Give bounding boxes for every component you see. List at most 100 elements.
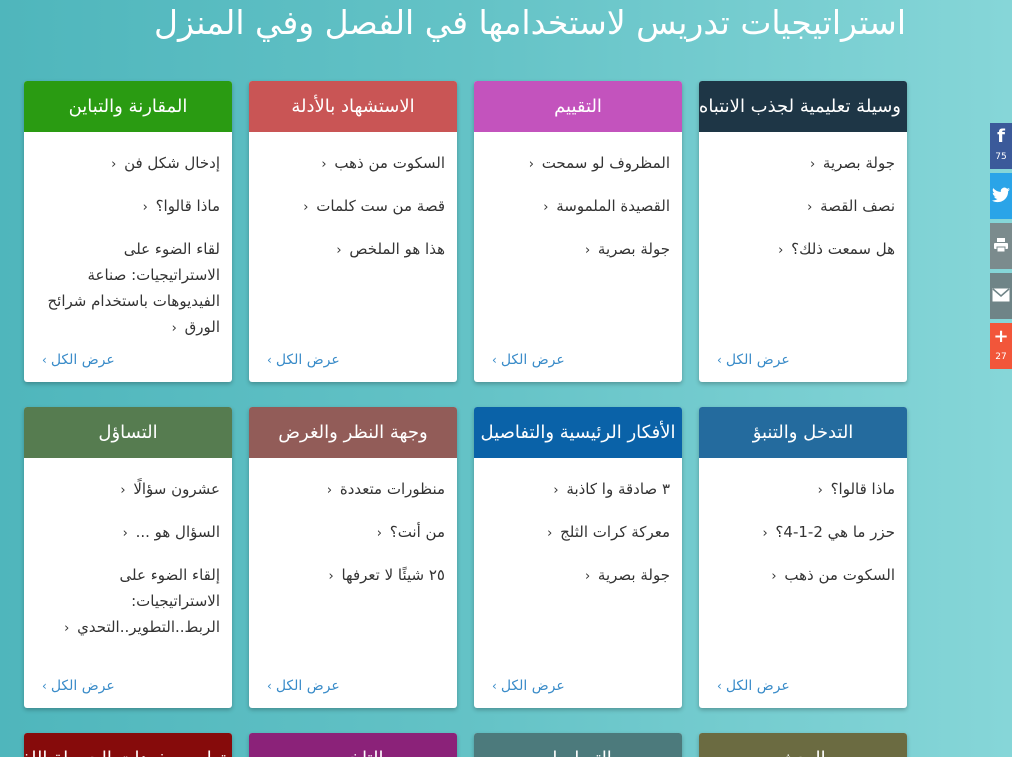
email-share-button[interactable] xyxy=(990,273,1012,319)
strategy-link-label: من أنت؟ xyxy=(389,523,445,541)
strategy-link[interactable]: جولة بصرية ‹ xyxy=(711,150,895,178)
card-title[interactable]: التقييم xyxy=(474,81,682,132)
strategy-link[interactable]: السكوت من ذهب ‹ xyxy=(711,562,895,590)
strategy-card: وسيلة تعليمية لجذب الانتباه جولة بصرية ‹… xyxy=(699,81,907,382)
strategy-card: التساؤل عشرون سؤالًا ‹ السؤال هو ... ‹ إ… xyxy=(24,407,232,708)
card-title[interactable]: التدخل والتنبؤ xyxy=(699,407,907,458)
chevron-left-icon: ‹ xyxy=(336,243,342,258)
card-title[interactable]: وجهة النظر والغرض xyxy=(249,407,457,458)
strategy-link[interactable]: من أنت؟ ‹ xyxy=(261,519,445,547)
more-share-button[interactable]: + 27 xyxy=(990,323,1012,369)
strategy-card: البحث xyxy=(699,733,907,757)
share-sidebar: f 75 + 27 xyxy=(990,123,1012,373)
chevron-left-icon: ‹ xyxy=(376,526,382,541)
chevron-left-icon: ‹ xyxy=(817,483,823,498)
strategy-link[interactable]: حزر ما هي 2-1-4؟ ‹ xyxy=(711,519,895,547)
strategy-link[interactable]: ٣ صادقة وا كاذبة ‹ xyxy=(486,476,670,504)
strategy-link[interactable]: إلقاء الضوء على الاستراتيجيات: الربط..ال… xyxy=(36,562,220,642)
chevron-left-icon: ‹ xyxy=(528,157,534,172)
twitter-icon xyxy=(990,173,1012,212)
strategy-link-label: نصف القصة xyxy=(820,197,895,215)
card-title[interactable]: التساؤل xyxy=(24,407,232,458)
chevron-left-icon: ‹ xyxy=(584,243,591,258)
strategy-card: الاستشهاد بالأدلة السكوت من ذهب ‹ قصة من… xyxy=(249,81,457,382)
strategy-link[interactable]: هل سمعت ذلك؟ ‹ xyxy=(711,236,895,264)
view-all-link[interactable]: ‹ عرض الكل xyxy=(24,352,232,368)
card-title[interactable]: التلخيص xyxy=(249,733,457,757)
strategy-link[interactable]: القصيدة الملموسة ‹ xyxy=(486,193,670,221)
strategy-card: التقييم المظروف لو سمحت ‹ القصيدة الملمو… xyxy=(474,81,682,382)
view-all-label: عرض الكل xyxy=(50,678,115,694)
strategy-link-label: جولة بصرية xyxy=(822,154,895,172)
strategy-link[interactable]: ماذا قالوا؟ ‹ xyxy=(711,476,895,504)
strategy-link[interactable]: معركة كرات الثلج ‹ xyxy=(486,519,670,547)
view-all-label: عرض الكل xyxy=(725,352,790,368)
strategy-link[interactable]: نصف القصة ‹ xyxy=(711,193,895,221)
strategy-card: المقارنة والتباين إدخال شكل فن ‹ ماذا قا… xyxy=(24,81,232,382)
view-all-link[interactable]: ‹ عرض الكل xyxy=(249,352,457,368)
strategy-link[interactable]: هذا هو الملخص ‹ xyxy=(261,236,445,264)
strategy-link-label: منظورات متعددة xyxy=(339,480,445,498)
strategy-link[interactable]: ٢٥ شيئًا لا تعرفها ‹ xyxy=(261,562,445,590)
print-icon xyxy=(990,223,1012,262)
print-button[interactable] xyxy=(990,223,1012,269)
strategy-link-label: إلقاء الضوء على الاستراتيجيات: الربط..ال… xyxy=(77,566,220,636)
strategy-link[interactable]: منظورات متعددة ‹ xyxy=(261,476,445,504)
strategy-link[interactable]: ماذا قالوا؟ ‹ xyxy=(36,193,220,221)
strategy-link-label: ماذا قالوا؟ xyxy=(155,197,220,215)
strategy-link-label: جولة بصرية xyxy=(597,566,670,584)
strategy-link-label: حزر ما هي 2-1-4؟ xyxy=(775,523,895,541)
chevron-left-icon: ‹ xyxy=(321,157,327,172)
more-share-count: 27 xyxy=(995,352,1007,362)
card-title[interactable]: تطوير مفردات الحصيلة اللغوية xyxy=(24,733,232,757)
strategy-link[interactable]: إدخال شكل فن ‹ xyxy=(36,150,220,178)
twitter-share-button[interactable] xyxy=(990,173,1012,219)
card-title[interactable]: المقارنة والتباين xyxy=(24,81,232,132)
card-title[interactable]: الاستشهاد بالأدلة xyxy=(249,81,457,132)
strategy-link-label: لقاء الضوء على الاستراتيجيات: صناعة الفي… xyxy=(47,240,220,336)
chevron-left-icon: ‹ xyxy=(778,243,784,258)
view-all-link[interactable]: ‹ عرض الكل xyxy=(249,678,457,694)
facebook-share-button[interactable]: f 75 xyxy=(990,123,1012,169)
page-title: استراتيجيات تدريس لاستخدامها في الفصل وف… xyxy=(154,3,906,42)
chevron-left-icon: ‹ xyxy=(809,157,816,172)
chevron-left-icon: ‹ xyxy=(492,353,497,367)
view-all-link[interactable]: ‹ عرض الكل xyxy=(474,352,682,368)
card-title[interactable]: الأفكار الرئيسية والتفاصيل xyxy=(474,407,682,458)
strategy-link-label: القصيدة الملموسة xyxy=(556,197,670,215)
view-all-label: عرض الكل xyxy=(275,352,340,368)
chevron-left-icon: ‹ xyxy=(553,483,559,498)
view-all-link[interactable]: ‹ عرض الكل xyxy=(699,352,907,368)
chevron-left-icon: ‹ xyxy=(328,569,334,584)
chevron-left-icon: ‹ xyxy=(122,526,128,541)
view-all-link[interactable]: ‹ عرض الكل xyxy=(699,678,907,694)
card-title[interactable]: التسلسل xyxy=(474,733,682,757)
strategy-link-label: إدخال شكل فن xyxy=(124,154,220,172)
view-all-link[interactable]: ‹ عرض الكل xyxy=(24,678,232,694)
strategy-link[interactable]: لقاء الضوء على الاستراتيجيات: صناعة الفي… xyxy=(36,236,220,342)
view-all-link[interactable]: ‹ عرض الكل xyxy=(474,678,682,694)
view-all-label: عرض الكل xyxy=(500,352,565,368)
strategy-link[interactable]: عشرون سؤالًا ‹ xyxy=(36,476,220,504)
strategy-link-label: السكوت من ذهب xyxy=(784,566,895,584)
chevron-left-icon: ‹ xyxy=(762,526,768,541)
chevron-left-icon: ‹ xyxy=(111,157,117,172)
strategy-card: التسلسل xyxy=(474,733,682,757)
strategy-card: وجهة النظر والغرض منظورات متعددة ‹ من أن… xyxy=(249,407,457,708)
view-all-label: عرض الكل xyxy=(275,678,340,694)
strategy-link-label: هل سمعت ذلك؟ xyxy=(791,240,895,258)
facebook-share-count: 75 xyxy=(995,152,1007,162)
strategy-link[interactable]: المظروف لو سمحت ‹ xyxy=(486,150,670,178)
strategy-link[interactable]: جولة بصرية ‹ xyxy=(486,562,670,590)
card-title[interactable]: البحث xyxy=(699,733,907,757)
strategy-link[interactable]: السكوت من ذهب ‹ xyxy=(261,150,445,178)
strategy-link[interactable]: قصة من ست كلمات ‹ xyxy=(261,193,445,221)
strategy-link[interactable]: السؤال هو ... ‹ xyxy=(36,519,220,547)
strategy-link-label: ماذا قالوا؟ xyxy=(830,480,895,498)
chevron-left-icon: ‹ xyxy=(64,621,70,636)
strategy-link-label: ٣ صادقة وا كاذبة xyxy=(566,480,670,498)
strategy-link-label: ٢٥ شيئًا لا تعرفها xyxy=(341,566,445,584)
strategy-card: التلخيص xyxy=(249,733,457,757)
strategy-link[interactable]: جولة بصرية ‹ xyxy=(486,236,670,264)
card-title[interactable]: وسيلة تعليمية لجذب الانتباه xyxy=(699,81,907,132)
